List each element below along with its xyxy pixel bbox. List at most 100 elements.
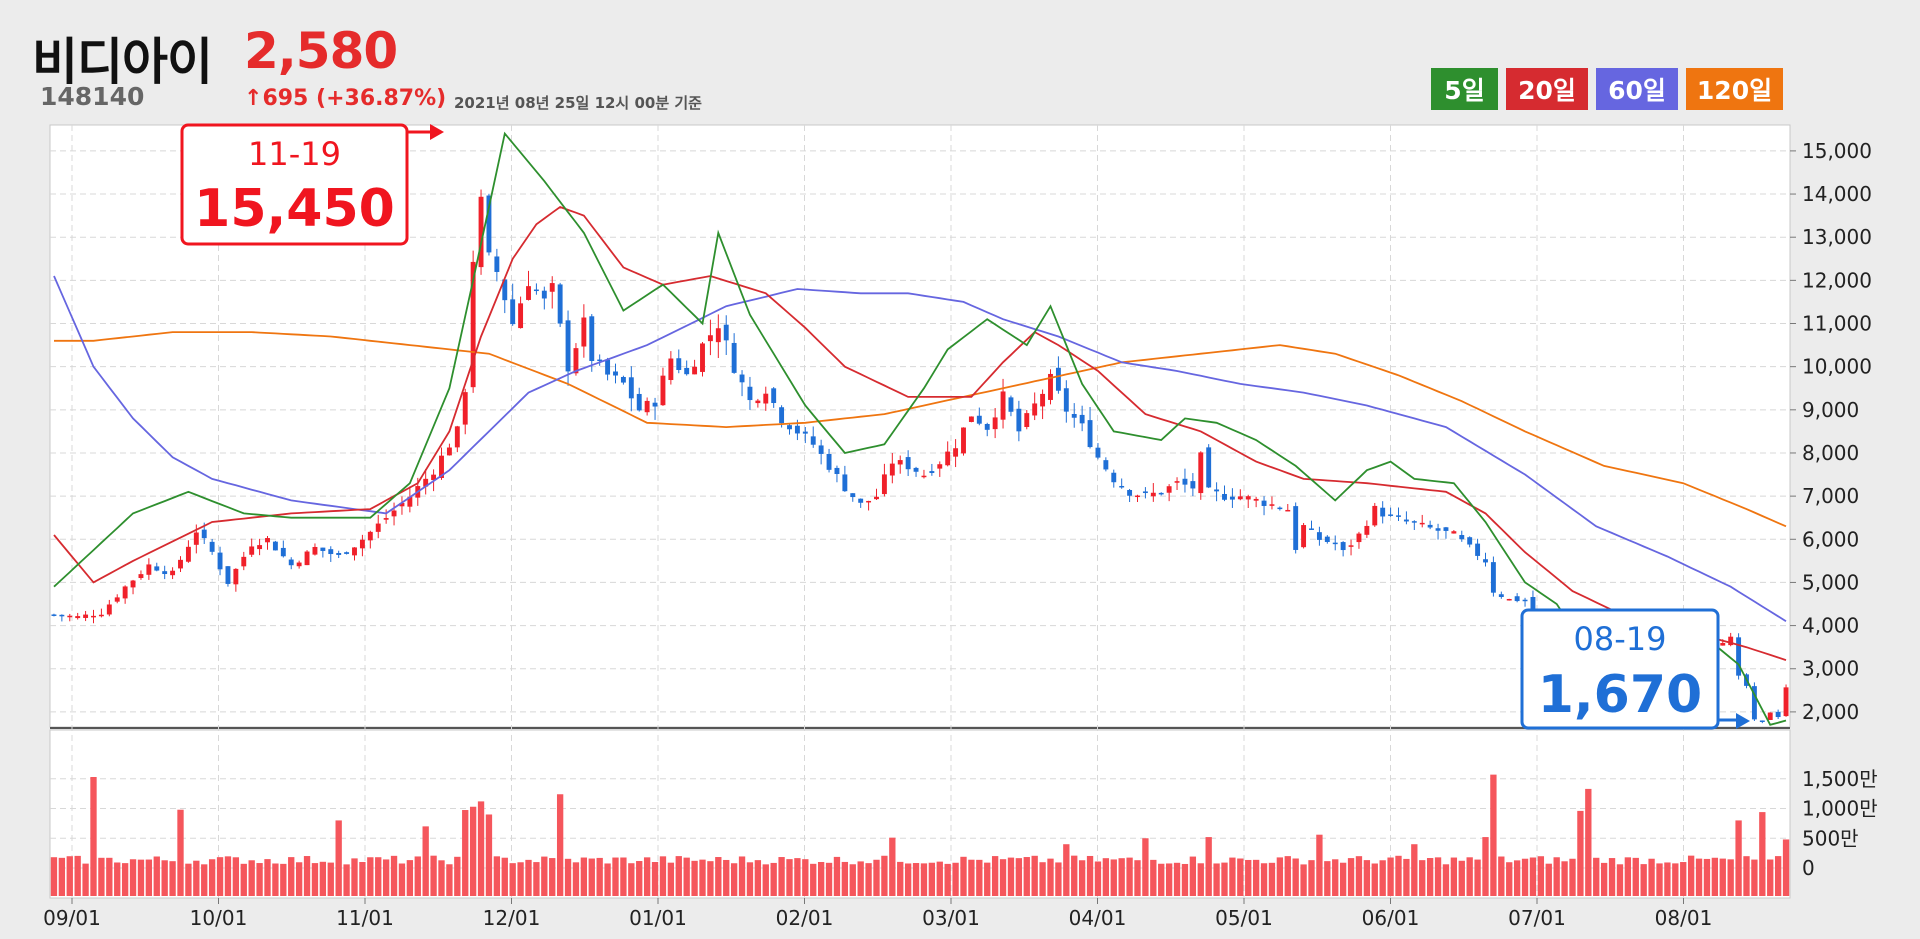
volume-bar [1727,859,1734,896]
volume-bar [272,863,279,896]
candle-body [787,425,792,430]
candle-body [280,547,286,557]
candle-body [1142,491,1148,494]
candle-body [130,580,136,588]
candle-body [1356,533,1362,543]
candle-body [1135,495,1140,498]
volume-bar [857,861,864,896]
candle-body [1483,559,1488,563]
price-tick-label: 14,000 [1802,182,1872,206]
volume-bar [98,857,105,896]
volume-bar [1237,858,1244,896]
volume-bar [446,864,453,896]
volume-bar [1055,862,1062,896]
candle-body [359,539,365,549]
volume-bar [1395,855,1402,896]
volume-bar [1308,860,1315,896]
volume-bar [794,858,801,896]
volume-bar [1529,857,1537,896]
candle-body [1364,525,1370,535]
candle-body [1016,408,1022,432]
volume-bar [517,862,524,896]
volume-bar [778,857,785,896]
candle-body [75,616,81,619]
candle-body [771,388,777,404]
candle-body [1119,485,1125,488]
candle-body [1506,598,1512,601]
candle-body [874,496,879,500]
volume-bar [730,863,738,896]
volume-bar [1110,859,1117,896]
candle-body [913,467,919,472]
volume-bar [1276,857,1284,896]
volume-bar [723,859,730,896]
candle-body [233,568,239,585]
volume-bar [311,863,319,896]
volume-bar [636,861,643,896]
volume-bar [1355,856,1363,896]
volume-bar [145,859,153,896]
volume-bar [216,857,224,896]
volume-bar [643,857,651,896]
volume-bar [1094,861,1102,896]
candle-body [1396,515,1401,517]
candle-body [858,498,864,503]
candle-body [1198,452,1204,494]
candle-body [613,371,618,376]
candle-body [257,545,263,550]
candle-body [518,303,524,329]
candle-body [628,377,634,399]
volume-bar [208,859,216,896]
candle-body [818,445,824,454]
volume-bar [1339,862,1347,896]
volume-bar [1450,857,1458,896]
volume-bar [509,863,516,896]
volume-bar [295,862,303,896]
price-tick-label: 15,000 [1802,139,1872,163]
candle-body [367,531,373,541]
volume-bar [1221,862,1228,896]
candle-body [921,475,927,478]
candle-body [1079,414,1085,424]
candle-body [1261,500,1267,506]
volume-bar [1434,857,1442,896]
volume-bar [1411,844,1418,896]
volume-bar [1379,860,1386,896]
volume-bar [596,857,603,896]
volume-bar [628,863,635,896]
volume-bar [422,826,429,896]
candle-body [272,541,278,551]
candle-body [1182,478,1188,485]
candle-body [122,586,128,599]
volume-bar [533,862,540,896]
volume-bar [303,856,311,896]
volume-bar [1569,858,1576,896]
volume-tick-label: 500만 [1802,826,1859,850]
date-tick-label: 08/01 [1655,906,1713,930]
volume-bar [335,820,342,896]
volume-bar [1023,857,1030,896]
volume-bar [762,864,769,896]
volume-bar [1593,857,1600,896]
candle-body [676,358,682,370]
price-tick-label: 9,000 [1802,398,1859,422]
volume-bar [1284,856,1291,896]
volume-bar [1078,860,1086,896]
date-tick-label: 12/01 [483,906,541,930]
volume-bar [248,860,255,896]
volume-bar [667,862,675,896]
volume-bar [1490,774,1497,896]
candle-body [1403,519,1409,522]
candle-body [953,448,959,457]
candle-body [51,614,57,616]
volume-bar [1719,858,1726,896]
candle-body [810,436,816,445]
volume-bar [952,862,959,896]
volume-bar [153,856,160,896]
volume-tick-label: 0 [1802,856,1815,880]
candle-body [446,447,452,456]
candle-body [605,359,611,375]
volume-bar [1767,859,1774,896]
candle-body [1024,413,1030,428]
candle-body [1103,460,1109,470]
